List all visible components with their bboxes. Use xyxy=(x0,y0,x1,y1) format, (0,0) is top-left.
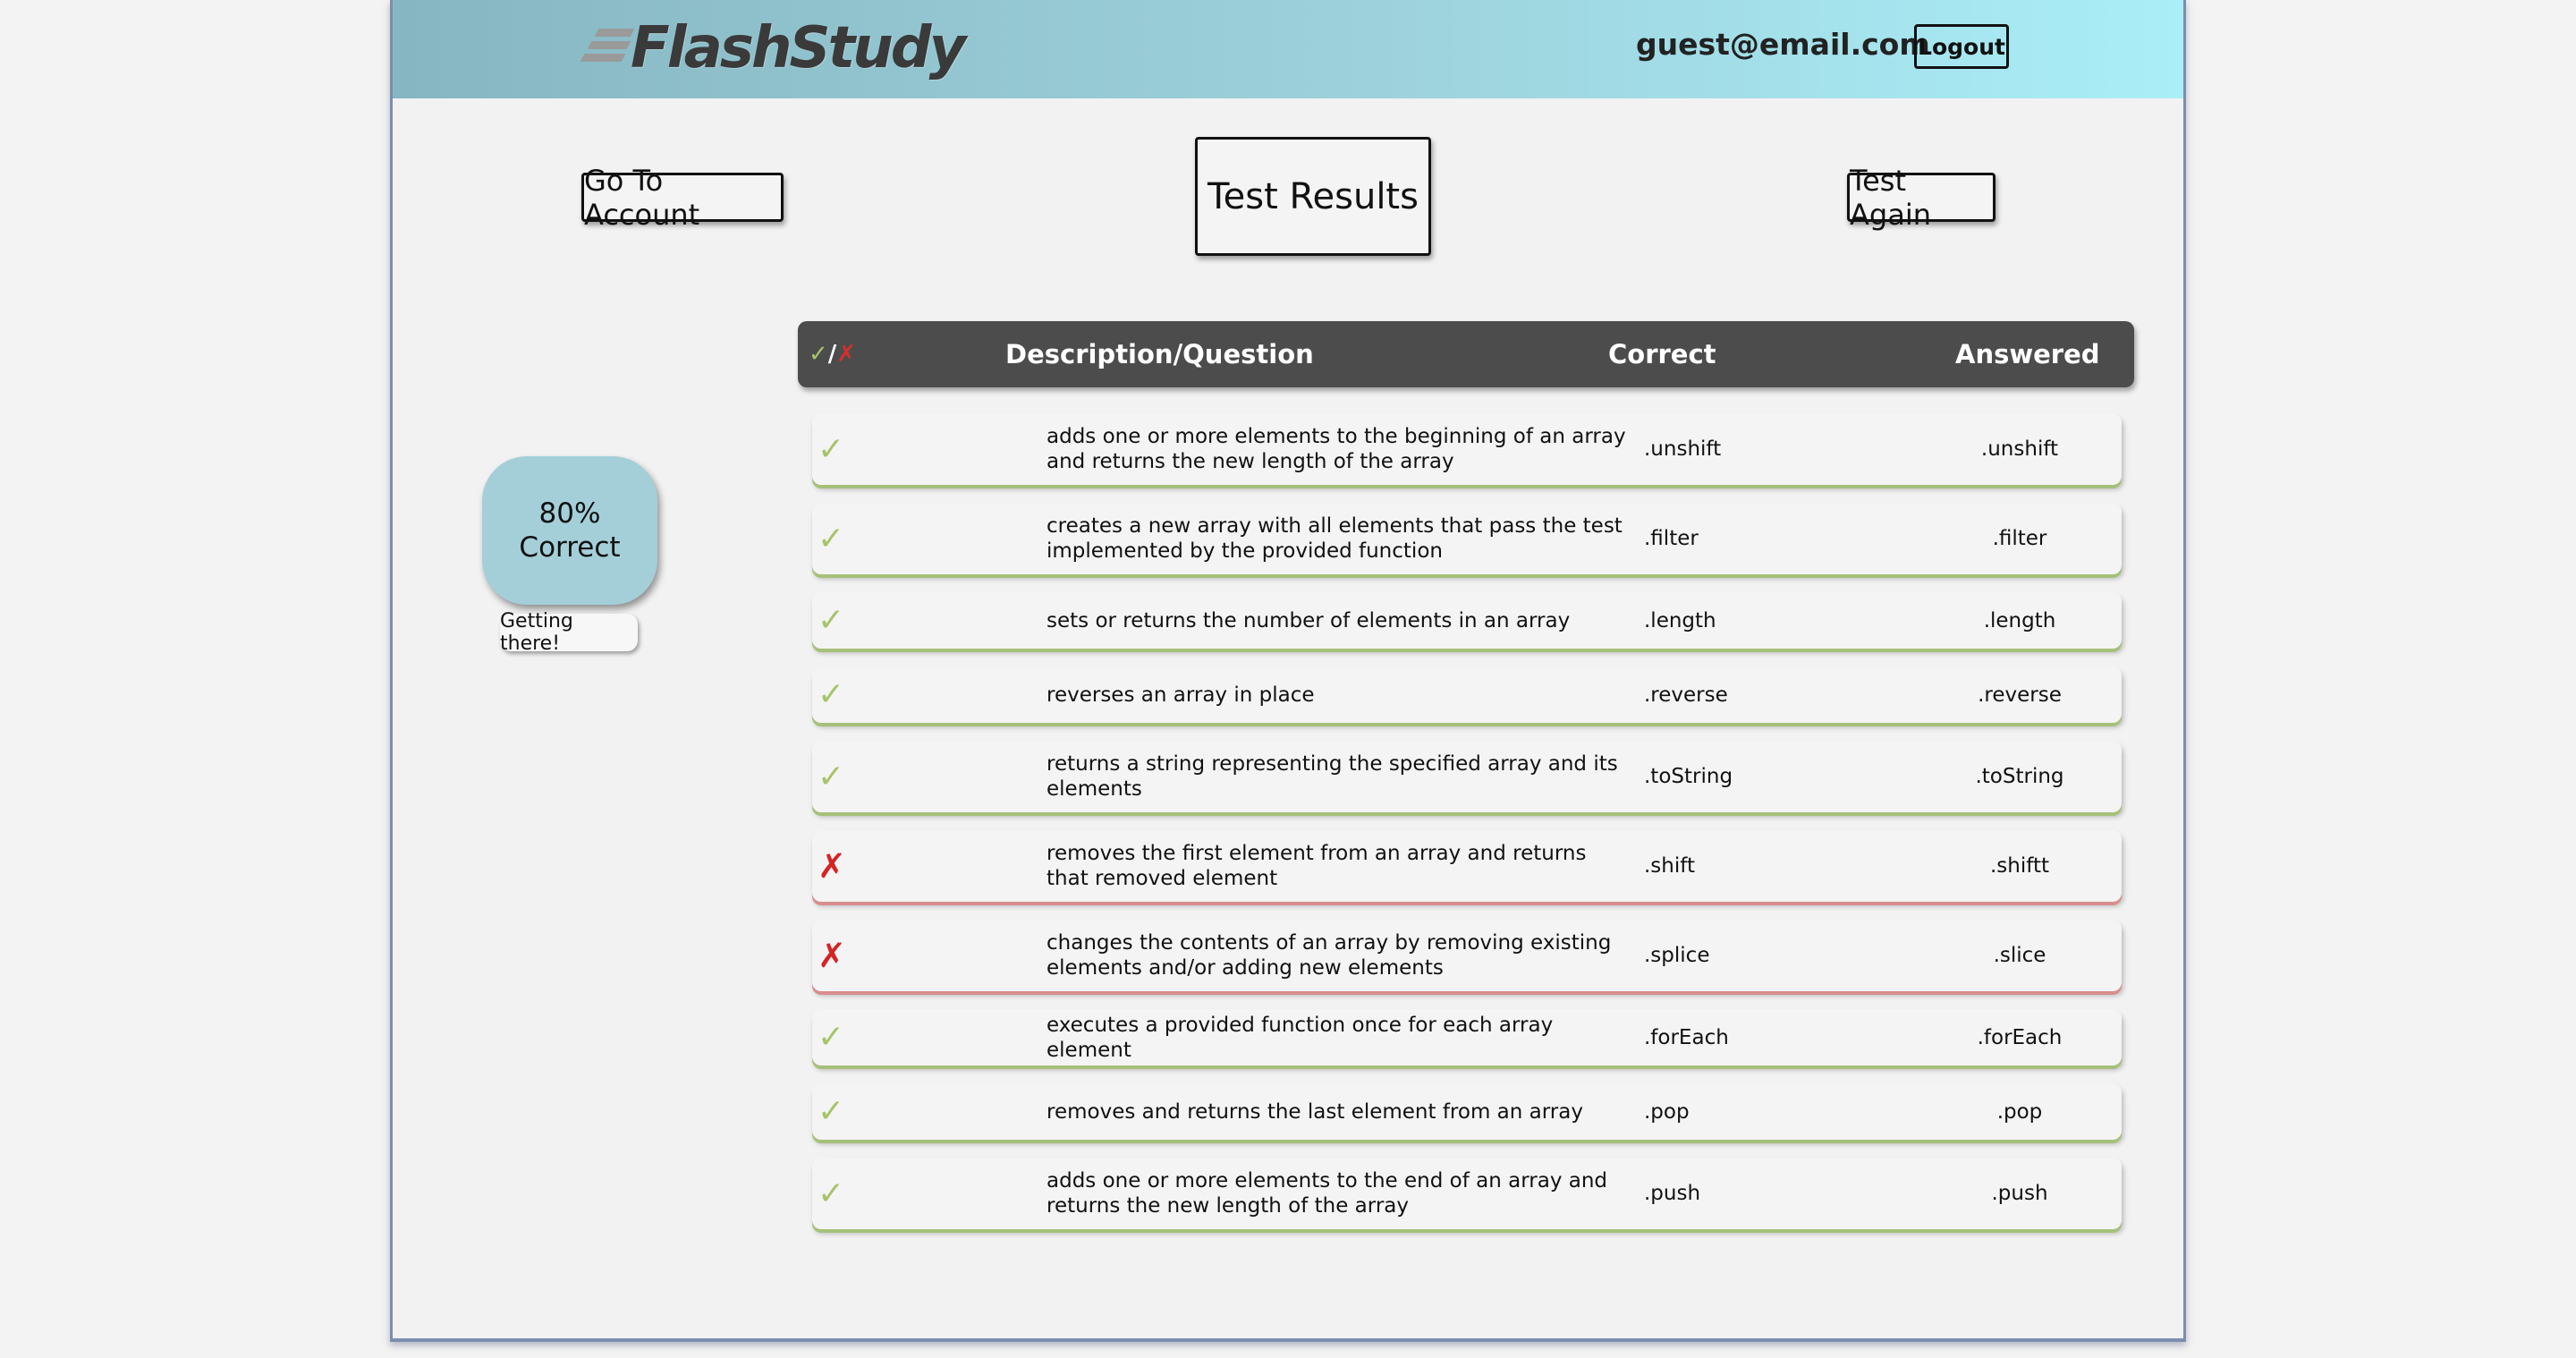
score-label: Correct xyxy=(519,531,621,564)
cross-icon: ✗ xyxy=(818,846,846,886)
test-results-title: Test Results xyxy=(1195,137,1431,256)
row-given-answer: .reverse xyxy=(1978,683,2062,707)
table-row: ✓ returns a string representing the spec… xyxy=(812,741,2122,812)
row-correct-answer: .push xyxy=(1644,1182,1701,1205)
row-correct-answer: .reverse xyxy=(1644,683,1728,707)
row-description: removes the first element from an array … xyxy=(1046,842,1587,890)
score-percent: 80% xyxy=(538,497,601,530)
row-correct-answer: .toString xyxy=(1644,765,1733,788)
row-correct-answer: .pop xyxy=(1644,1099,1690,1124)
top-header: FlashStudy guest@email.com Logout xyxy=(393,0,2183,98)
row-given-answer: .forEach xyxy=(1977,1025,2063,1049)
results-table-body: ✓ adds one or more elements to the begin… xyxy=(812,413,2122,1247)
row-description: adds one or more elements to the end of … xyxy=(1046,1169,1608,1218)
table-row: ✓ removes and returns the last element f… xyxy=(812,1083,2122,1140)
logout-button[interactable]: Logout xyxy=(1914,24,2009,69)
results-table-header: ✓ / ✗ Description/Question Correct Answe… xyxy=(798,321,2134,387)
row-given-answer: .length xyxy=(1983,608,2056,632)
header-correct: Correct xyxy=(1608,339,1716,369)
flashstudy-logo[interactable]: FlashStudy xyxy=(577,13,966,84)
row-given-answer: .toString xyxy=(1975,765,2064,788)
table-row: ✓ creates a new array with all elements … xyxy=(812,503,2122,574)
check-icon: ✓ xyxy=(818,430,845,468)
table-row: ✓ adds one or more elements to the begin… xyxy=(812,413,2122,485)
header-status-icon: ✓ / ✗ xyxy=(809,321,856,387)
row-correct-answer: .length xyxy=(1644,608,1716,632)
cross-icon: ✗ xyxy=(818,936,846,975)
row-correct-answer: .splice xyxy=(1644,944,1710,967)
table-row: ✓ sets or returns the number of elements… xyxy=(812,592,2122,649)
row-correct-answer: .filter xyxy=(1644,527,1699,550)
logo-text: FlashStudy xyxy=(631,15,966,81)
row-description: removes and returns the last element fro… xyxy=(1046,1099,1583,1124)
check-icon: ✓ xyxy=(818,676,845,713)
check-icon: ✓ xyxy=(818,758,845,795)
go-to-account-button[interactable]: Go To Account xyxy=(581,164,784,232)
row-description: returns a string representing the specif… xyxy=(1046,752,1618,801)
header-description: Description/Question xyxy=(1005,339,1314,369)
cross-icon: ✗ xyxy=(836,341,857,368)
table-row: ✓ reverses an array in place .reverse .r… xyxy=(812,666,2122,723)
score-box: 80% Correct xyxy=(482,456,657,605)
row-description: adds one or more elements to the beginni… xyxy=(1046,425,1626,473)
row-given-answer: .shiftt xyxy=(1990,854,2049,878)
header-mark-separator: / xyxy=(827,341,837,368)
row-description: creates a new array with all elements th… xyxy=(1046,514,1623,563)
score-message: Getting there! xyxy=(500,610,638,655)
table-row: ✗ changes the contents of an array by re… xyxy=(812,920,2122,991)
row-description: changes the contents of an array by remo… xyxy=(1046,931,1612,980)
table-row: ✓ executes a provided function once for … xyxy=(812,1009,2122,1065)
test-again-button[interactable]: Test Again xyxy=(1847,164,1996,232)
check-icon: ✓ xyxy=(809,341,828,368)
row-given-answer: .slice xyxy=(1993,944,2046,967)
row-correct-answer: .shift xyxy=(1644,854,1695,878)
check-icon: ✓ xyxy=(818,1093,845,1130)
table-row: ✓ adds one or more elements to the end o… xyxy=(812,1158,2122,1229)
row-correct-answer: .unshift xyxy=(1644,437,1722,461)
row-correct-answer: .forEach xyxy=(1644,1025,1729,1049)
check-icon: ✓ xyxy=(818,602,845,639)
row-given-answer: .push xyxy=(1991,1182,2048,1205)
header-answered: Answered xyxy=(1955,339,2100,369)
check-icon: ✓ xyxy=(818,520,845,557)
row-given-answer: .pop xyxy=(1996,1099,2043,1124)
row-given-answer: .filter xyxy=(1992,527,2047,550)
user-email: guest@email.com xyxy=(1636,27,1930,62)
row-description: reverses an array in place xyxy=(1046,683,1315,707)
page-panel: FlashStudy guest@email.com Logout Go To … xyxy=(390,0,2186,1342)
row-description: sets or returns the number of elements i… xyxy=(1046,608,1571,632)
check-icon: ✓ xyxy=(818,1175,845,1212)
row-description: executes a provided function once for ea… xyxy=(1046,1013,1554,1062)
table-row: ✗ removes the first element from an arra… xyxy=(812,830,2122,902)
logo-lines-icon xyxy=(577,27,635,70)
row-given-answer: .unshift xyxy=(1980,437,2059,461)
check-icon: ✓ xyxy=(818,1019,845,1056)
